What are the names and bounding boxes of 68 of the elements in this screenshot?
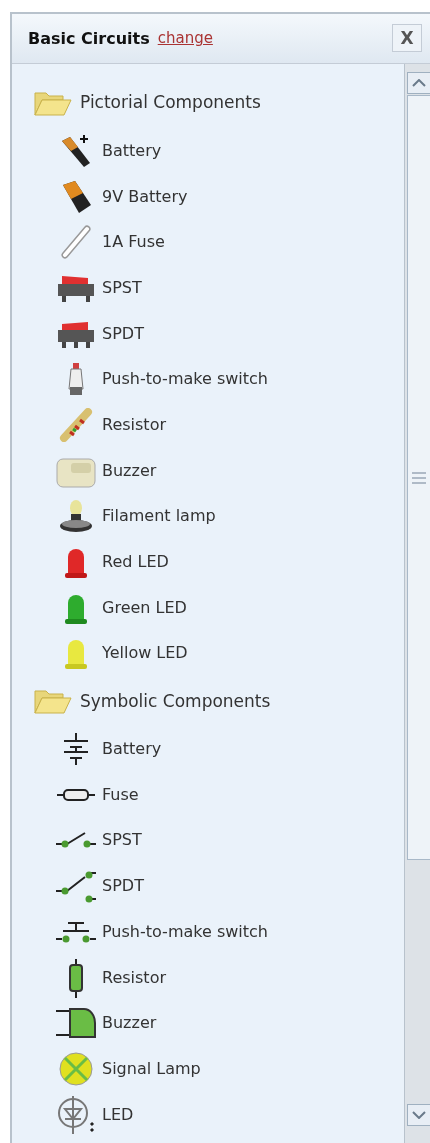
item-label: Fuse xyxy=(102,783,139,806)
tree-item[interactable]: SPDT xyxy=(12,863,404,909)
item-label: SPST xyxy=(102,829,142,852)
item-label: Push-to-make switch xyxy=(102,368,268,391)
tree-item[interactable]: Filament lamp xyxy=(12,493,404,540)
resistor-icon xyxy=(58,407,94,442)
tree-item[interactable]: SPDT xyxy=(12,310,404,357)
tree-item[interactable]: Battery xyxy=(12,128,404,174)
tree-item[interactable]: Fuse xyxy=(12,771,404,818)
switch-symbol-icon xyxy=(55,869,97,904)
tree-item[interactable]: SPST xyxy=(12,817,404,864)
panel-title: Basic Circuits xyxy=(28,27,150,50)
tree-item[interactable]: SPST xyxy=(12,265,404,311)
scrollbar[interactable] xyxy=(404,64,430,1143)
caret-down-icon xyxy=(412,1111,426,1119)
item-label: 9V Battery xyxy=(102,185,188,208)
item-label: SPDT xyxy=(102,322,144,345)
item-label: Battery xyxy=(102,738,162,761)
item-label: Buzzer xyxy=(102,1012,157,1035)
tree-item[interactable]: Yellow LED xyxy=(12,630,404,677)
item-label: Push-to-make switch xyxy=(102,920,268,943)
tree-item[interactable]: Signal Lamp xyxy=(12,1046,404,1092)
lamp-symbol-icon xyxy=(58,1050,94,1087)
scroll-thumb[interactable] xyxy=(407,95,430,860)
item-label: Buzzer xyxy=(102,459,157,482)
tree-folder[interactable]: Symbolic Components xyxy=(12,676,404,727)
tree-item[interactable]: Battery xyxy=(12,726,404,772)
resistor-symbol-icon xyxy=(66,957,86,998)
item-label: Signal Lamp xyxy=(102,1057,201,1080)
fuse-icon xyxy=(59,225,93,260)
lamp-icon xyxy=(57,498,95,535)
change-link[interactable]: change xyxy=(157,27,213,50)
tree-item[interactable]: Buzzer xyxy=(12,447,404,494)
caret-up-icon xyxy=(412,79,426,87)
item-label: Battery xyxy=(102,139,162,162)
folder-icon xyxy=(34,688,72,715)
tree-item[interactable]: LED xyxy=(12,1091,404,1138)
item-label: Resistor xyxy=(102,413,166,436)
folder-label: Symbolic Components xyxy=(80,689,271,713)
tree-item[interactable]: Green LED xyxy=(12,584,404,631)
tree-item[interactable]: Push-to-make switch xyxy=(12,909,404,955)
tree-item[interactable]: Red LED xyxy=(12,539,404,585)
grip-icon xyxy=(412,471,426,484)
item-label: SPST xyxy=(102,276,142,299)
scroll-up-button[interactable] xyxy=(407,72,430,94)
item-label: 1A Fuse xyxy=(102,231,165,254)
tree-item[interactable]: 1A Fuse xyxy=(12,219,404,266)
push-switch-symbol-icon xyxy=(55,919,97,944)
tree-item[interactable]: Push-to-make switch xyxy=(12,356,404,403)
folder-icon xyxy=(34,90,72,116)
item-label: LED xyxy=(102,1103,134,1126)
close-button[interactable]: X xyxy=(392,24,422,52)
tree-folder[interactable]: Pictorial Components xyxy=(12,78,404,128)
tree-item[interactable]: Resistor xyxy=(12,954,404,1001)
scroll-down-button[interactable] xyxy=(407,1104,430,1126)
tree-item[interactable]: Resistor xyxy=(12,402,404,448)
item-label: Filament lamp xyxy=(102,505,216,528)
led-symbol-icon xyxy=(55,1094,97,1135)
folder-label: Pictorial Components xyxy=(80,91,261,115)
item-label: SPDT xyxy=(102,875,144,898)
item-label: Yellow LED xyxy=(102,642,188,665)
tree-item[interactable]: 9V Battery xyxy=(12,173,404,220)
item-label: Red LED xyxy=(102,551,169,574)
tree-item[interactable]: Buzzer xyxy=(12,1000,404,1047)
buzzer-symbol-icon xyxy=(55,1006,97,1041)
fuse-symbol-icon xyxy=(56,787,96,802)
item-label: Green LED xyxy=(102,596,187,619)
item-label: Resistor xyxy=(102,966,166,989)
